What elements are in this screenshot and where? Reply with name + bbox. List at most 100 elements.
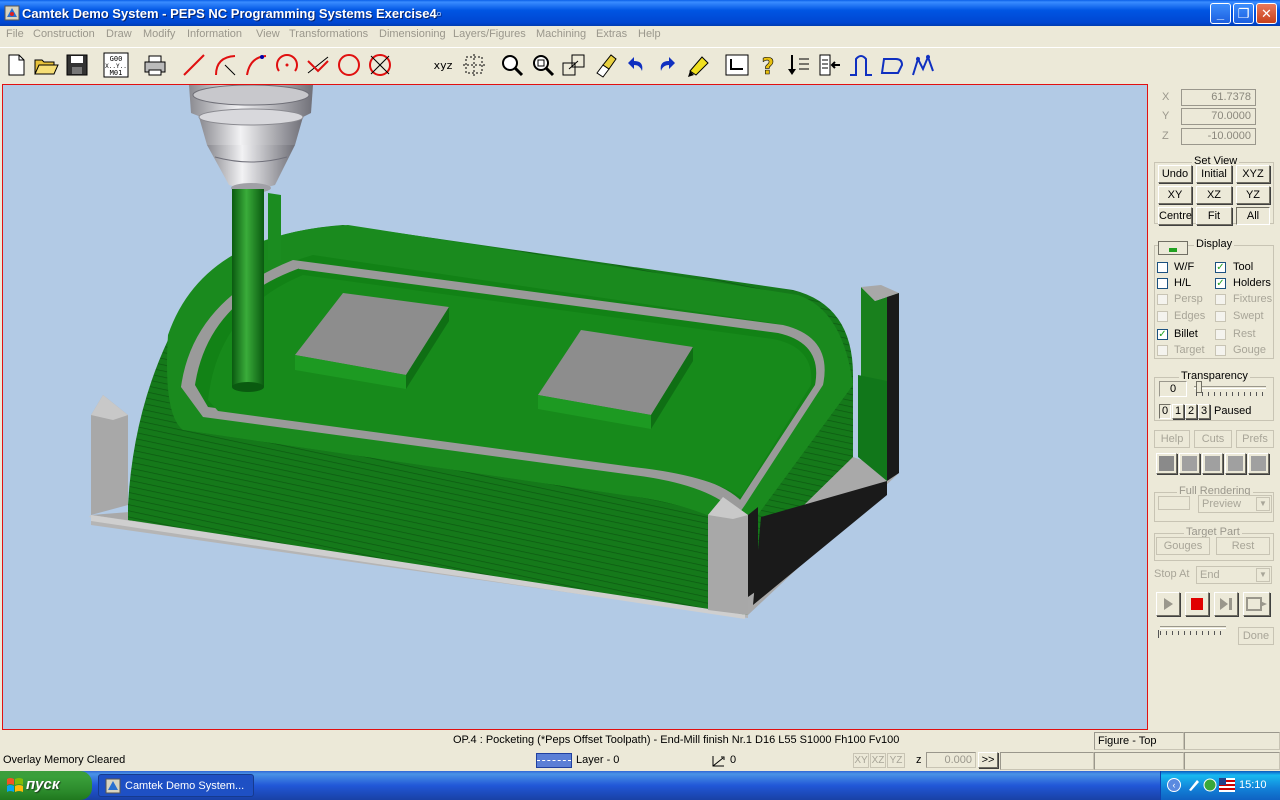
line-button[interactable]	[180, 51, 208, 79]
toolpath-button[interactable]	[909, 51, 937, 79]
shade-mode-4-button[interactable]	[1225, 453, 1246, 474]
menu-dimensioning[interactable]: Dimensioning	[379, 28, 446, 40]
maximize-button[interactable]: ❐	[1233, 3, 1254, 24]
list-button[interactable]	[816, 51, 844, 79]
tray-language-flag-icon[interactable]	[1219, 778, 1235, 792]
menu-information[interactable]: Information	[187, 28, 242, 40]
close-button[interactable]: ✕	[1256, 3, 1277, 24]
taskbar-app-camtek[interactable]: Camtek Demo System...	[98, 774, 254, 797]
rendering-mode-select[interactable]: Preview ▼	[1198, 495, 1272, 513]
billet-checkbox[interactable]: ✓	[1157, 329, 1168, 340]
menu-help[interactable]: Help	[638, 28, 661, 40]
done-button[interactable]: Done	[1238, 627, 1274, 645]
loop-button[interactable]	[1243, 592, 1270, 616]
help-tab[interactable]: Help	[1154, 430, 1190, 448]
grid-point-button[interactable]	[460, 51, 488, 79]
full-rendering-toggle[interactable]	[1158, 496, 1190, 510]
minimize-button[interactable]: _	[1210, 3, 1231, 24]
print-button[interactable]	[141, 51, 169, 79]
speed-slider[interactable]	[1160, 626, 1226, 629]
layer-button[interactable]	[723, 51, 751, 79]
sort-button[interactable]	[785, 51, 813, 79]
profile-button[interactable]	[847, 51, 875, 79]
delete-circle-button[interactable]	[366, 51, 394, 79]
edges-checkbox[interactable]	[1157, 311, 1168, 322]
title-bar[interactable]: Camtek Demo System - PEPS NC Programming…	[0, 0, 1280, 26]
yz-view-button[interactable]: YZ	[1236, 186, 1270, 204]
play-button[interactable]	[1156, 592, 1180, 616]
transparency-level-0[interactable]: 0	[1159, 404, 1171, 419]
speed-slider-thumb[interactable]	[1158, 630, 1164, 638]
stop-at-select[interactable]: End ▼	[1196, 566, 1272, 584]
link-icon[interactable]	[710, 753, 728, 769]
save-button[interactable]	[63, 51, 91, 79]
prefs-tab[interactable]: Prefs	[1236, 430, 1274, 448]
redo-button[interactable]	[653, 51, 681, 79]
menu-machining[interactable]: Machining	[536, 28, 586, 40]
stop-button[interactable]	[1185, 592, 1209, 616]
shade-mode-5-button[interactable]	[1248, 453, 1269, 474]
menu-transformations[interactable]: Transformations	[289, 28, 368, 40]
circle-point-button[interactable]	[273, 51, 301, 79]
contour-button[interactable]	[878, 51, 906, 79]
erase-button[interactable]	[591, 51, 619, 79]
tool-checkbox[interactable]: ✓	[1215, 262, 1226, 273]
rest-button[interactable]: Rest	[1216, 537, 1270, 555]
menu-modify[interactable]: Modify	[143, 28, 175, 40]
xy-view-button[interactable]: XY	[1158, 186, 1192, 204]
menu-construction[interactable]: Construction	[33, 28, 95, 40]
g00-button[interactable]: G00 X..Y.. M01	[102, 51, 130, 79]
arc-button[interactable]	[211, 51, 239, 79]
cuts-tab[interactable]: Cuts	[1194, 430, 1232, 448]
target-checkbox[interactable]	[1157, 345, 1168, 356]
tray-security-icon[interactable]	[1203, 778, 1217, 792]
shade-mode-3-button[interactable]	[1202, 453, 1223, 474]
transparency-level-1[interactable]: 1	[1172, 404, 1184, 419]
zoom-window-button[interactable]	[529, 51, 557, 79]
transparency-level-3[interactable]: 3	[1198, 404, 1210, 419]
fixtures-checkbox[interactable]	[1215, 294, 1226, 305]
xyz-view-button[interactable]: XYZ	[1236, 165, 1270, 183]
xz-view-button[interactable]: XZ	[1196, 186, 1232, 204]
transparency-level-2[interactable]: 2	[1185, 404, 1197, 419]
hl-checkbox[interactable]	[1157, 278, 1168, 289]
z-depth-input[interactable]: 0.000	[926, 752, 976, 768]
shade-mode-1-button[interactable]	[1156, 453, 1177, 474]
plane-xz-button[interactable]: XZ	[870, 753, 886, 768]
intersection-button[interactable]	[304, 51, 332, 79]
menu-draw[interactable]: Draw	[106, 28, 132, 40]
transparency-value[interactable]: 0	[1159, 381, 1187, 397]
menu-layers-figures[interactable]: Layers/Figures	[453, 28, 526, 40]
all-view-button[interactable]: All	[1236, 207, 1270, 225]
initial-view-button[interactable]: Initial	[1196, 165, 1232, 183]
tray-pen-icon[interactable]	[1187, 778, 1201, 792]
rest-checkbox[interactable]	[1215, 329, 1226, 340]
xyz-button[interactable]: xyz	[429, 51, 457, 79]
centre-view-button[interactable]: Centre	[1158, 207, 1192, 225]
circle-button[interactable]	[335, 51, 363, 79]
layer-label[interactable]: Layer - 0	[576, 754, 619, 766]
highlighter-button[interactable]	[684, 51, 712, 79]
display-color-selector[interactable]	[1158, 241, 1188, 255]
fit-view-button[interactable]: Fit	[1196, 207, 1232, 225]
transparency-slider[interactable]	[1194, 386, 1266, 389]
plane-yz-button[interactable]: YZ	[887, 753, 905, 768]
zoom-all-button[interactable]	[560, 51, 588, 79]
menu-view[interactable]: View	[256, 28, 280, 40]
help-button[interactable]: ?	[754, 51, 782, 81]
gouges-button[interactable]: Gouges	[1156, 537, 1210, 555]
menu-extras[interactable]: Extras	[596, 28, 627, 40]
swept-checkbox[interactable]	[1215, 311, 1226, 322]
layer-color-swatch[interactable]	[536, 753, 572, 768]
plane-xy-button[interactable]: XY	[853, 753, 869, 768]
step-button[interactable]	[1214, 592, 1238, 616]
open-button[interactable]	[32, 51, 60, 79]
wf-checkbox[interactable]	[1157, 262, 1168, 273]
holders-checkbox[interactable]: ✓	[1215, 278, 1226, 289]
new-file-button[interactable]	[2, 51, 30, 79]
persp-checkbox[interactable]	[1157, 294, 1168, 305]
shade-mode-2-button[interactable]	[1179, 453, 1200, 474]
undo-button[interactable]	[622, 51, 650, 79]
app-icon[interactable]	[4, 5, 20, 21]
menu-file[interactable]: File	[6, 28, 24, 40]
